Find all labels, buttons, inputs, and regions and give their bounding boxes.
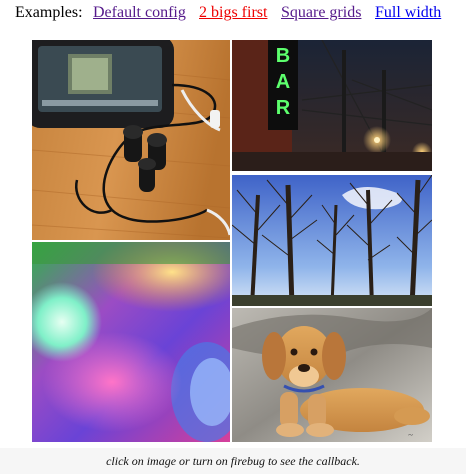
neon-letter-a: A	[276, 71, 290, 93]
colorful-bokeh-icon	[32, 242, 230, 442]
link-default-config[interactable]: Default config	[93, 0, 186, 26]
earphones-photo-icon	[32, 40, 230, 240]
photo-watermark: ~	[408, 430, 413, 440]
bare-trees-icon	[232, 175, 432, 306]
tile-puppy[interactable]: ~	[232, 308, 432, 442]
tile-trees[interactable]	[232, 175, 432, 306]
tile-bokeh[interactable]	[32, 242, 230, 442]
link-full-width[interactable]: Full width	[375, 0, 441, 26]
callback-caption: click on image or turn on firebug to see…	[0, 448, 466, 474]
link-square-grids[interactable]: Square grids	[281, 0, 361, 26]
tile-bar-sign[interactable]: B A R	[232, 40, 432, 171]
neon-letter-b: B	[276, 45, 290, 67]
examples-bar: Examples: Default config 2 bigs first Sq…	[0, 0, 466, 30]
bar-neon-sign-icon: B A R	[232, 40, 432, 171]
examples-label: Examples:	[15, 4, 83, 21]
neon-letter-r: R	[276, 97, 291, 119]
link-2-bigs-first[interactable]: 2 bigs first	[199, 0, 267, 26]
puppy-icon: ~	[232, 308, 432, 442]
tile-earphones[interactable]	[32, 40, 230, 240]
